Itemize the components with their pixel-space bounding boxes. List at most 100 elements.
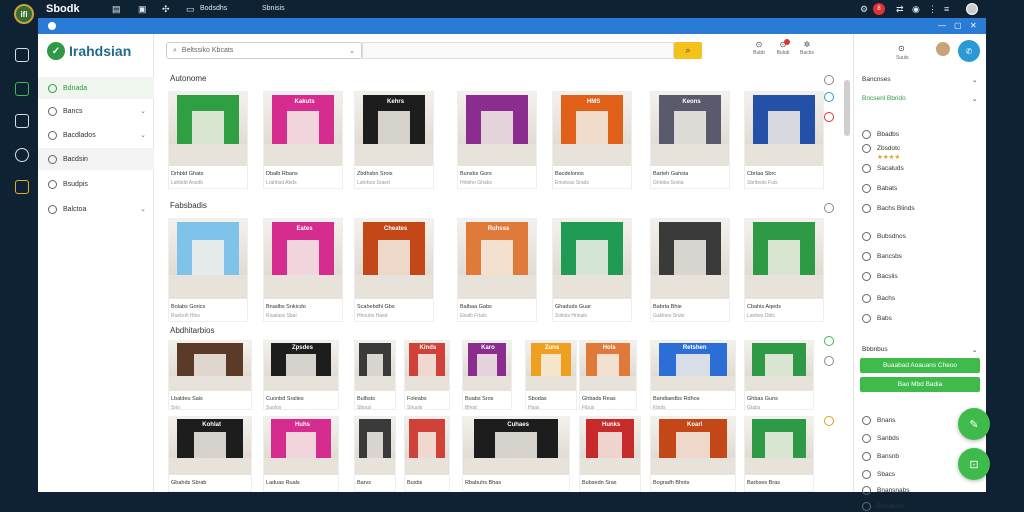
product-image[interactable]: Eates bbox=[264, 219, 342, 299]
notification-badge[interactable]: 8 bbox=[873, 3, 885, 15]
avatar[interactable] bbox=[966, 3, 978, 15]
panel-option[interactable]: Banasms bbox=[862, 502, 904, 511]
header-settings[interactable]: ✲ Bacbs bbox=[794, 40, 820, 56]
product-image[interactable]: Kehrs bbox=[355, 92, 433, 166]
product-card[interactable]: Hunks Bubsedn Sras bbox=[579, 416, 641, 492]
sidebar-item-6[interactable]: Balctoa ⌄ bbox=[38, 198, 154, 220]
panel-option[interactable]: Bansnb bbox=[862, 452, 899, 461]
product-image[interactable] bbox=[745, 219, 823, 299]
topbar-item-1[interactable]: Bodsdhs bbox=[200, 5, 227, 12]
panel-option[interactable]: Bnansnabs bbox=[862, 486, 910, 495]
product-image[interactable]: Cheates bbox=[355, 219, 433, 299]
product-title[interactable]: Bolabs Gorics bbox=[171, 304, 205, 310]
expand-icon[interactable] bbox=[824, 356, 834, 366]
home-icon[interactable] bbox=[15, 48, 29, 62]
product-image[interactable] bbox=[355, 417, 395, 475]
star-icon[interactable] bbox=[824, 416, 834, 426]
monitor-icon[interactable]: ▭ bbox=[186, 4, 195, 15]
product-title[interactable]: Bnadbs Snkicdo bbox=[266, 304, 306, 310]
product-image[interactable]: Zuns bbox=[526, 341, 576, 391]
search-input[interactable]: ⌕ Beltssiko Kbcats ⌄ bbox=[166, 42, 362, 59]
product-image[interactable]: Retshen bbox=[651, 341, 735, 391]
sidebar-logo[interactable]: ✓ Irahdsian bbox=[47, 42, 131, 60]
document-icon[interactable] bbox=[15, 114, 29, 128]
product-card[interactable]: Cheates Scahebdhl Gbs Hnoubs Haed bbox=[354, 218, 434, 322]
filter-icon[interactable] bbox=[824, 75, 834, 85]
product-image[interactable]: Ruhsss bbox=[458, 219, 536, 299]
primary-button[interactable]: Buaabad Aoauans Cheoo bbox=[860, 358, 980, 373]
product-card[interactable]: Barvs bbox=[354, 416, 396, 492]
product-title[interactable]: Scahebdhl Gbs bbox=[357, 304, 395, 310]
chevron-down-icon[interactable]: ⌄ bbox=[972, 95, 977, 103]
product-card[interactable]: Kakuts Dbalb Rbans Lrahbsd Abds bbox=[263, 91, 343, 189]
user-icon[interactable]: ⊙ bbox=[898, 44, 905, 53]
product-card[interactable]: Barbses Bras bbox=[744, 416, 814, 492]
more-icon[interactable]: ⋮ bbox=[928, 4, 937, 15]
panel-row[interactable]: Bachs bbox=[862, 294, 895, 303]
search-button[interactable]: ⌕ bbox=[674, 42, 702, 59]
product-card[interactable]: Bolabs Gorics Rueboh Hlos bbox=[168, 218, 248, 322]
product-title[interactable]: Bunsbs Gors bbox=[460, 171, 492, 177]
pin-icon[interactable]: ✣ bbox=[162, 4, 170, 15]
panel-option[interactable]: Sbacs bbox=[862, 470, 895, 479]
chat-fab[interactable]: ✎ bbox=[958, 408, 990, 440]
product-card[interactable]: Babrta Bhie Gaklnes Sruts bbox=[650, 218, 730, 322]
product-image[interactable]: Koarl bbox=[651, 417, 735, 475]
radio-icon[interactable] bbox=[862, 416, 871, 425]
product-card[interactable]: Ghbas Guns Gtabs bbox=[744, 340, 814, 411]
product-image[interactable] bbox=[169, 219, 247, 299]
product-title[interactable]: Busbs bbox=[407, 480, 422, 486]
product-image[interactable]: Hunks bbox=[580, 417, 640, 475]
list-icon[interactable]: ≡ bbox=[944, 4, 949, 14]
radio-icon[interactable] bbox=[862, 486, 871, 495]
close-icon[interactable]: ✕ bbox=[970, 21, 977, 30]
product-title[interactable]: Bubsedn Sras bbox=[582, 480, 617, 486]
product-image[interactable] bbox=[405, 417, 449, 475]
product-card[interactable]: Zuns Sbodas Hsas bbox=[525, 340, 577, 411]
product-image[interactable] bbox=[553, 219, 631, 299]
product-card[interactable]: Zpsdes Cuonbd Sralies Suolos bbox=[263, 340, 339, 411]
info-icon[interactable] bbox=[824, 92, 834, 102]
panel-row[interactable]: Babats bbox=[862, 184, 897, 193]
product-card[interactable]: Bunsbs Gors Hinbho Ghabs bbox=[457, 91, 537, 189]
panel-row[interactable]: Bachs Blinds bbox=[862, 204, 915, 213]
user-icon[interactable]: ◉ bbox=[912, 4, 920, 15]
product-image[interactable]: Keons bbox=[651, 92, 729, 166]
panel-option[interactable]: Bnans bbox=[862, 416, 895, 425]
product-title[interactable]: Foleabs bbox=[407, 396, 427, 402]
product-image[interactable] bbox=[745, 417, 813, 475]
panel-row[interactable]: Zbsdotc bbox=[862, 144, 900, 153]
sidebar-item-1[interactable]: Bdnada bbox=[38, 77, 154, 99]
product-image[interactable]: Kakuts bbox=[264, 92, 342, 166]
product-image[interactable] bbox=[745, 341, 813, 391]
product-title[interactable]: Ghbas Guns bbox=[747, 396, 778, 402]
product-title[interactable]: Lbaldeu Sais bbox=[171, 396, 203, 402]
secondary-button[interactable]: Bao Mbd Badia bbox=[860, 377, 980, 392]
panel-subtitle[interactable]: Bncsenl Bbrido bbox=[862, 95, 906, 102]
product-card[interactable]: Busbs bbox=[404, 416, 450, 492]
panel-row[interactable]: Bacslis bbox=[862, 272, 898, 281]
chevron-down-icon[interactable]: ⌄ bbox=[972, 76, 977, 84]
share-icon[interactable]: ⇄ bbox=[896, 4, 904, 15]
product-image[interactable] bbox=[169, 92, 247, 166]
product-card[interactable]: Ruhsss Balbaa Gabs Ebalb Frtals bbox=[457, 218, 537, 322]
product-image[interactable]: Hois bbox=[580, 341, 636, 391]
product-card[interactable]: Cbahis Aqeds Lanbes Dbls bbox=[744, 218, 824, 322]
sidebar-item-3[interactable]: Bacdlados ⌄ bbox=[38, 124, 154, 146]
product-card[interactable]: Ghaduds Guar Soliots Hrinals bbox=[552, 218, 632, 322]
panel-row[interactable]: Bbadbs bbox=[862, 130, 899, 139]
sidebar-item-2[interactable]: Bancs ⌄ bbox=[38, 100, 154, 122]
product-card[interactable]: Huhs Laduas Ruals bbox=[263, 416, 339, 492]
product-title[interactable]: Drhbld Ghats bbox=[171, 171, 203, 177]
avatar[interactable] bbox=[936, 42, 950, 56]
product-title[interactable]: Sbodas bbox=[528, 396, 547, 402]
scrollbar[interactable] bbox=[844, 80, 850, 136]
check-icon[interactable] bbox=[824, 336, 834, 346]
product-card[interactable]: Keons Barteh Gansia Ghloba Sroita bbox=[650, 91, 730, 189]
header-alerts[interactable]: ⊙ Bulub bbox=[770, 39, 796, 56]
product-card[interactable]: Drhbld Ghats Lahbdd Aosdb bbox=[168, 91, 248, 189]
product-title[interactable]: Barteh Gansia bbox=[653, 171, 688, 177]
product-title[interactable]: Cbrlaa Sbrc bbox=[747, 171, 776, 177]
chart-icon[interactable] bbox=[15, 82, 29, 96]
product-card[interactable]: Bulbsts Sbous bbox=[354, 340, 396, 411]
